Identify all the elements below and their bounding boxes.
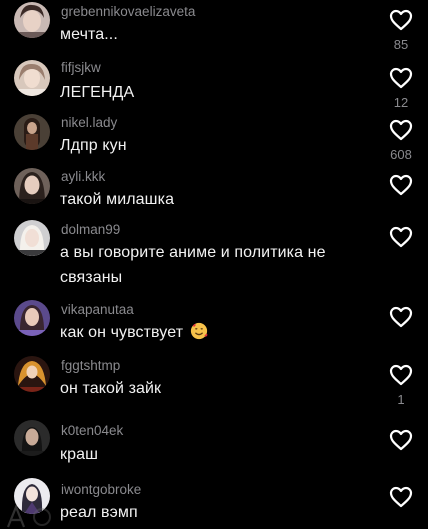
heart-outline-icon	[389, 9, 413, 31]
avatar[interactable]	[14, 300, 50, 336]
comment-username[interactable]: fggtshtmp	[61, 358, 120, 374]
avatar[interactable]	[14, 356, 50, 392]
comment-username[interactable]: vikapanutaa	[61, 302, 134, 318]
like-button[interactable]	[386, 226, 416, 254]
comment-username[interactable]: fifjsjkw	[61, 60, 101, 76]
heart-outline-icon	[389, 486, 413, 508]
heart-outline-icon	[389, 306, 413, 328]
comment-text: а вы говорите аниме и политика не связан…	[60, 244, 326, 286]
like-count: 608	[390, 147, 412, 162]
watermark-icon	[6, 504, 51, 528]
smiling-face-with-hearts-icon	[190, 322, 208, 340]
avatar[interactable]	[14, 2, 50, 38]
like-button[interactable]: 608	[386, 119, 416, 163]
comment-text: как он чувствует	[60, 320, 350, 345]
like-button[interactable]	[386, 486, 416, 514]
like-button[interactable]: 1	[386, 364, 416, 408]
avatar[interactable]	[14, 114, 50, 150]
like-button[interactable]	[386, 174, 416, 202]
comment-username[interactable]: k0ten04ek	[61, 423, 123, 439]
comment-text: он такой зайк	[60, 380, 162, 397]
heart-outline-icon	[389, 67, 413, 89]
comment-username[interactable]: ayli.kkk	[61, 169, 105, 185]
heart-outline-icon	[389, 119, 413, 141]
like-count: 12	[393, 95, 409, 110]
like-button[interactable]: 85	[386, 9, 416, 53]
comment-username[interactable]: iwontgobroke	[61, 482, 141, 498]
comment-username[interactable]: dolman99	[61, 222, 120, 238]
comment-text-content: как он чувствует	[60, 324, 184, 341]
avatar[interactable]	[14, 220, 50, 256]
comment-text: мечта...	[60, 26, 118, 43]
avatar[interactable]	[14, 168, 50, 204]
heart-outline-icon	[389, 174, 413, 196]
avatar[interactable]	[14, 60, 50, 96]
comment-text: ЛЕГЕНДА	[60, 84, 135, 101]
heart-outline-icon	[389, 364, 413, 386]
like-button[interactable]: 12	[386, 67, 416, 111]
comment-text: краш	[60, 446, 99, 463]
comment-text: Лдпр кун	[60, 137, 127, 154]
like-count: 1	[397, 392, 405, 407]
comment-text: реал вэмп	[60, 504, 138, 521]
avatar[interactable]	[14, 420, 50, 456]
comment-username[interactable]: nikel.lady	[61, 115, 117, 131]
heart-outline-icon	[389, 226, 413, 248]
comment-username[interactable]: grebennikovaelizaveta	[61, 4, 195, 20]
like-button[interactable]	[386, 429, 416, 457]
like-count: 85	[393, 37, 409, 52]
like-button[interactable]	[386, 306, 416, 334]
heart-outline-icon	[389, 429, 413, 451]
comment-text: такой милашка	[60, 191, 175, 208]
